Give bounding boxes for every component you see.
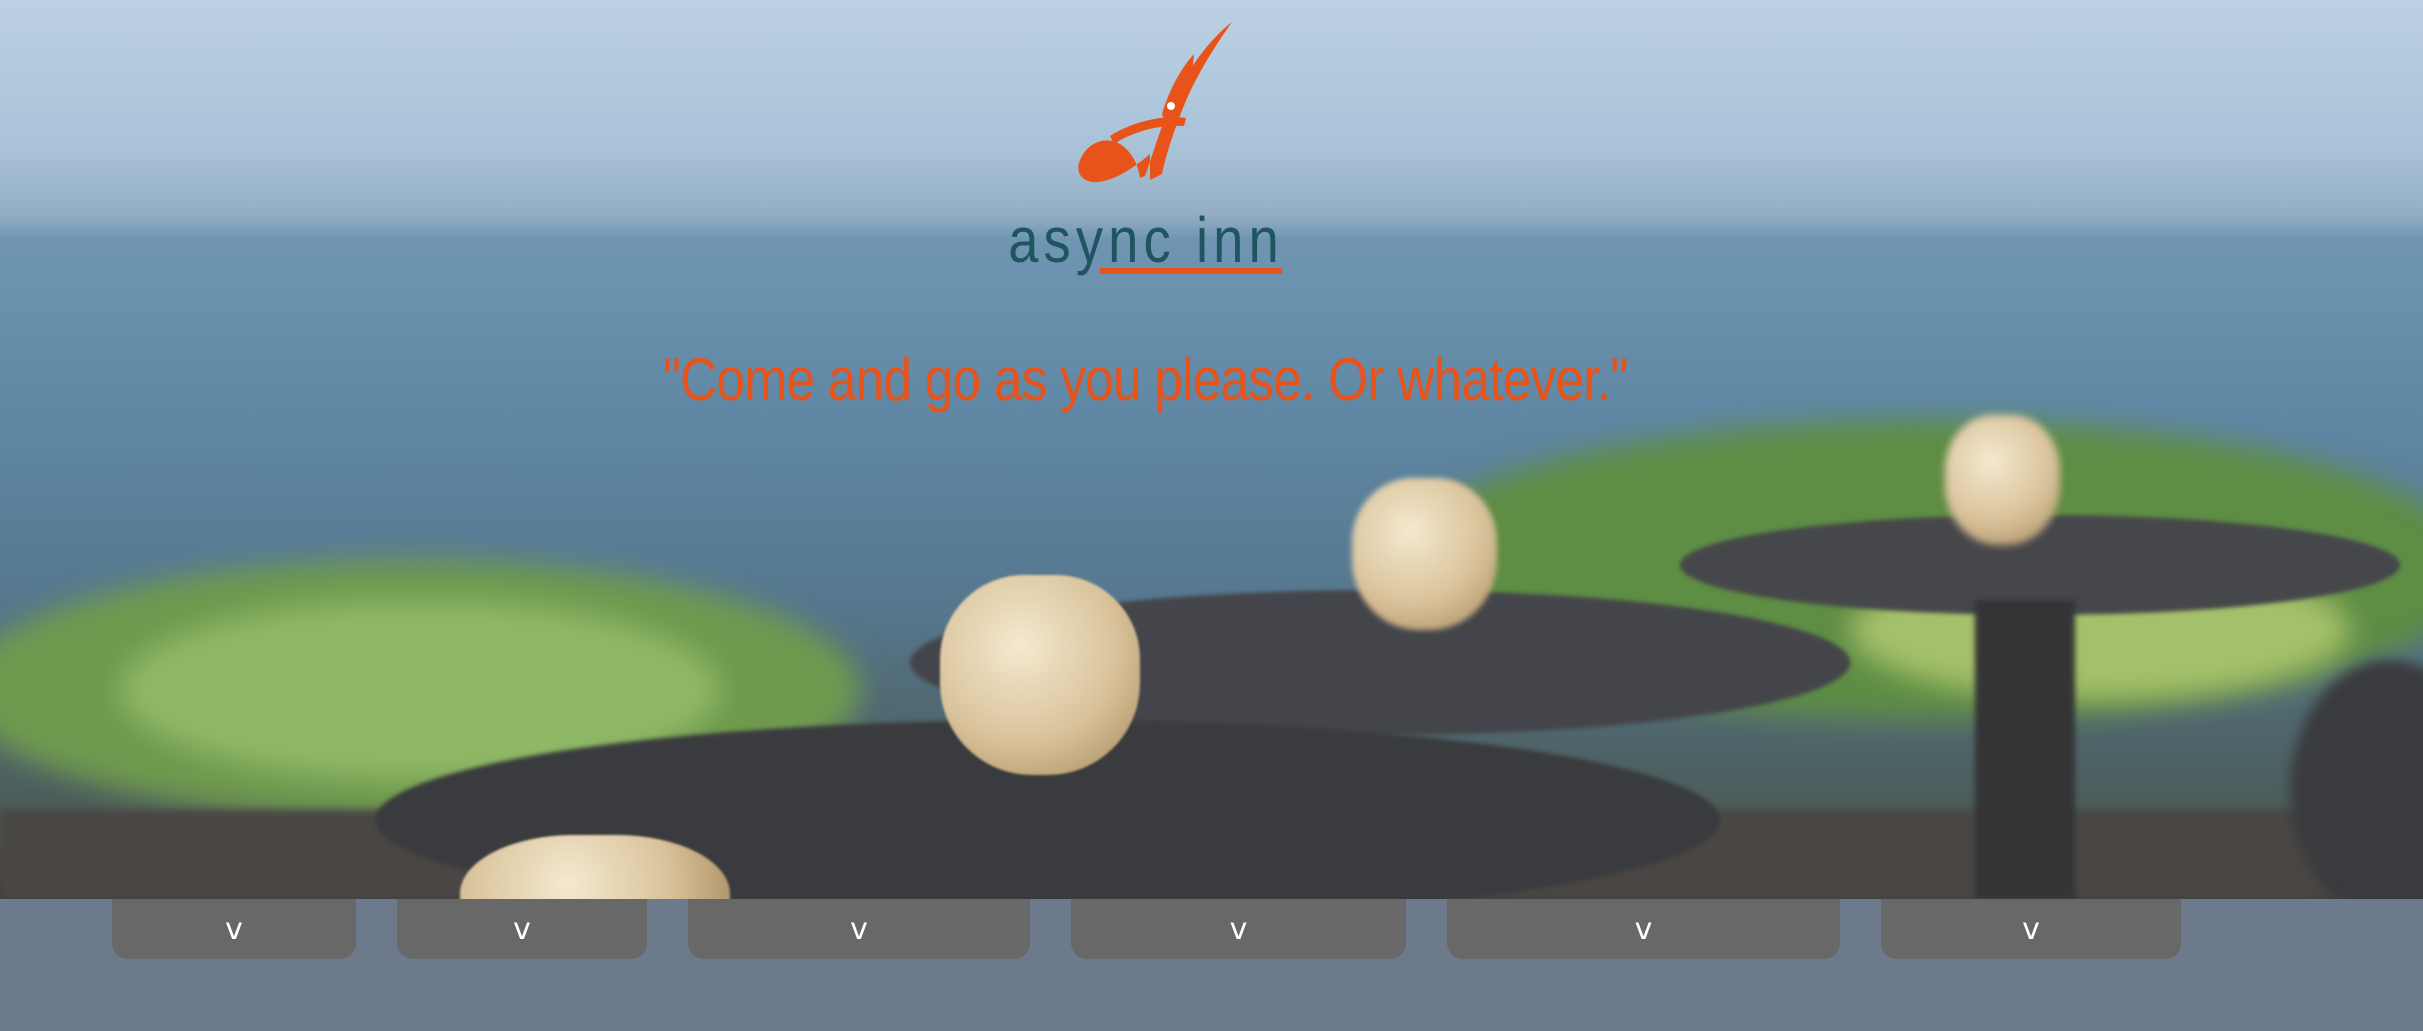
brand-underline <box>1100 268 1282 274</box>
candle-cup-middle <box>1352 478 1497 630</box>
bottom-nav: v v v v v v <box>0 899 2423 1031</box>
async-inn-logo[interactable]: async inn <box>1010 14 1282 284</box>
nav-tab-6[interactable]: v <box>1881 899 2181 959</box>
candle-cup-right <box>1945 415 2060 545</box>
candle-cup-center <box>940 575 1140 775</box>
nav-tab-4[interactable]: v <box>1071 899 1406 959</box>
chair-edge <box>2290 660 2423 899</box>
brand-name: async inn <box>1010 204 1282 276</box>
nav-tab-3[interactable]: v <box>688 899 1030 959</box>
nav-tab-5[interactable]: v <box>1447 899 1840 959</box>
table-right-pedestal <box>1975 600 2075 899</box>
nav-tab-1[interactable]: v <box>112 899 356 959</box>
logo-mark <box>1078 22 1232 183</box>
nav-tab-2[interactable]: v <box>397 899 647 959</box>
tagline: "Come and go as you please. Or whatever.… <box>662 346 1629 413</box>
